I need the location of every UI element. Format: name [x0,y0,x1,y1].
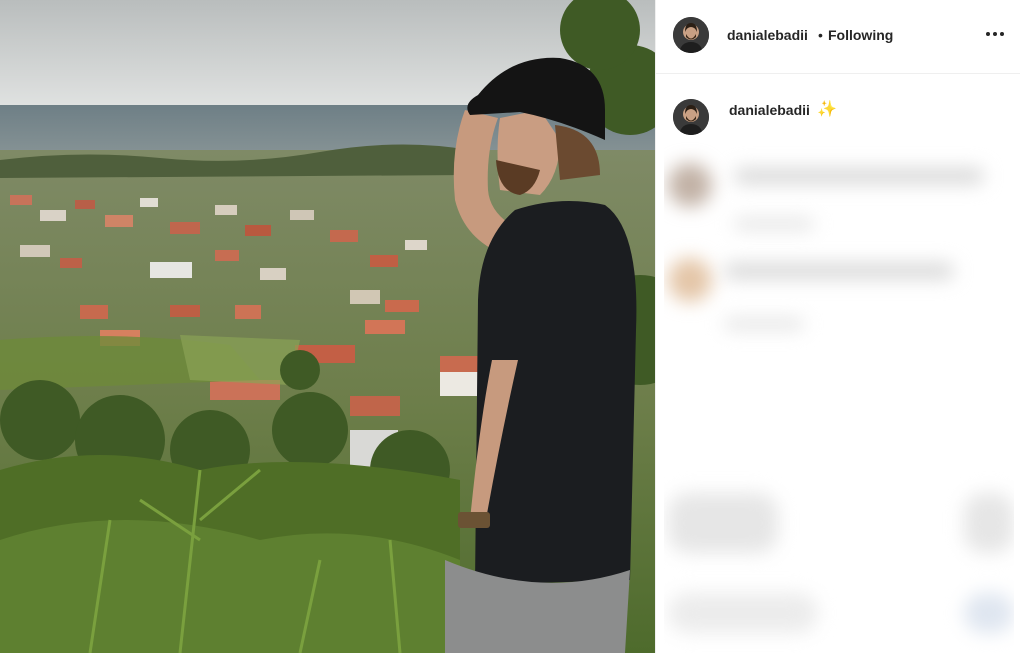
following-button[interactable]: Following [828,27,893,43]
author-avatar-icon[interactable] [673,17,709,53]
blurred-action-bar [668,493,778,553]
blurred-post-button [964,593,1014,633]
blurred-text [724,263,954,279]
caption-avatar-icon[interactable] [673,99,709,135]
caption-username[interactable]: danialebadii [729,102,810,118]
more-options-icon[interactable] [983,22,1007,46]
blurred-avatar [668,163,712,207]
post-photo[interactable] [0,0,655,653]
obscured-comments-area [664,138,1014,653]
sparkles-icon: ✨ [817,101,837,118]
author-username[interactable]: danialebadii [727,27,808,43]
blurred-text [734,168,984,184]
blurred-avatar [668,258,712,302]
blurred-comment-box [668,593,818,633]
blurred-action-bar [964,493,1014,553]
separator-dot: • [818,27,823,43]
post-side-panel: danialebadii • Following danialebadii ✨ [655,0,1020,653]
blurred-text [724,318,804,330]
blurred-text [734,218,814,230]
post-header: danialebadii • Following [656,0,1020,74]
